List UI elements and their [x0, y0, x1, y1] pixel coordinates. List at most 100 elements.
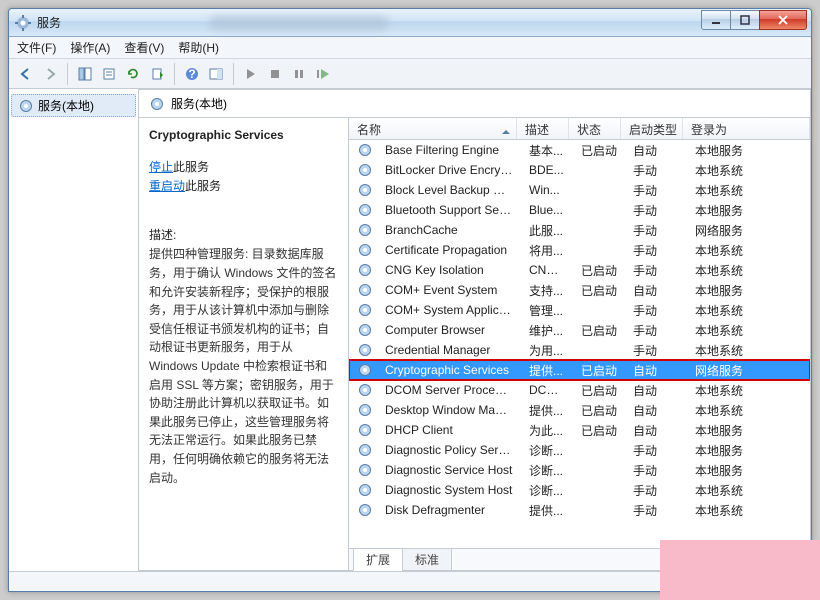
table-row[interactable]: Certificate Propagation将用...手动本地系统 [349, 240, 810, 260]
cell-startup: 手动 [625, 222, 687, 239]
table-row[interactable]: COM+ System Application管理...手动本地系统 [349, 300, 810, 320]
toolbar-separator [174, 63, 175, 85]
table-row[interactable]: Cryptographic Services提供...已启动自动网络服务 [349, 360, 810, 380]
table-row[interactable]: BranchCache此服...手动网络服务 [349, 220, 810, 240]
tab-extended[interactable]: 扩展 [353, 549, 403, 571]
table-row[interactable]: Computer Browser维护...已启动手动本地系统 [349, 320, 810, 340]
cell-status: 已启动 [573, 402, 625, 419]
action-pane-button[interactable] [205, 63, 227, 85]
cell-startup: 自动 [625, 282, 687, 299]
cell-name: DCOM Server Process La... [377, 383, 521, 397]
forward-button[interactable] [39, 63, 61, 85]
gear-icon [357, 342, 373, 358]
menu-action[interactable]: 操作(A) [70, 39, 110, 56]
table-row[interactable]: DCOM Server Process La...DCO...已启动自动本地系统 [349, 380, 810, 400]
gear-icon [357, 162, 373, 178]
cell-name: Disk Defragmenter [377, 503, 521, 517]
table-row[interactable]: DHCP Client为此...已启动自动本地服务 [349, 420, 810, 440]
cell-logon: 本地服务 [687, 282, 810, 299]
titlebar[interactable]: 服务 [9, 9, 811, 37]
table-body[interactable]: Base Filtering Engine基本...已启动自动本地服务BitLo… [349, 140, 810, 548]
cell-startup: 自动 [625, 402, 687, 419]
pause-service-button[interactable] [288, 63, 310, 85]
tree-pane: 服务(本地) [9, 90, 139, 571]
col-description[interactable]: 描述 [517, 118, 569, 139]
cell-name: Computer Browser [377, 323, 521, 337]
table-row[interactable]: Diagnostic Service Host诊断...手动本地服务 [349, 460, 810, 480]
cell-startup: 手动 [625, 482, 687, 499]
cell-startup: 手动 [625, 462, 687, 479]
back-button[interactable] [15, 63, 37, 85]
cell-logon: 本地系统 [687, 502, 810, 519]
watermark-overlay [660, 540, 820, 600]
cell-startup: 手动 [625, 202, 687, 219]
menu-file[interactable]: 文件(F) [17, 39, 56, 56]
table-row[interactable]: Bluetooth Support ServiceBlue...手动本地服务 [349, 200, 810, 220]
cell-name: COM+ System Application [377, 303, 521, 317]
table-row[interactable]: Diagnostic Policy Service诊断...手动本地服务 [349, 440, 810, 460]
col-name[interactable]: 名称 [349, 118, 517, 139]
cell-startup: 手动 [625, 182, 687, 199]
table-row[interactable]: Disk Defragmenter提供...手动本地系统 [349, 500, 810, 520]
minimize-button[interactable] [701, 10, 731, 30]
refresh-button[interactable] [122, 63, 144, 85]
right-pane: 服务(本地) Cryptographic Services 停止此服务 重启动此… [138, 89, 811, 571]
window-controls [702, 10, 807, 30]
cell-status: 已启动 [573, 362, 625, 379]
window-title: 服务 [37, 14, 61, 31]
right-body: Cryptographic Services 停止此服务 重启动此服务 描述: … [139, 118, 810, 570]
table-row[interactable]: COM+ Event System支持...已启动自动本地服务 [349, 280, 810, 300]
maximize-button[interactable] [730, 10, 760, 30]
cell-name: Diagnostic Service Host [377, 463, 521, 477]
gear-icon [357, 462, 373, 478]
stop-service-button[interactable] [264, 63, 286, 85]
cell-name: CNG Key Isolation [377, 263, 521, 277]
col-logon[interactable]: 登录为 [683, 118, 810, 139]
tab-standard[interactable]: 标准 [402, 549, 452, 571]
table-row[interactable]: Diagnostic System Host诊断...手动本地系统 [349, 480, 810, 500]
show-hide-tree-button[interactable] [74, 63, 96, 85]
export-button[interactable] [146, 63, 168, 85]
menu-view[interactable]: 查看(V) [124, 39, 164, 56]
right-header: 服务(本地) [139, 90, 810, 118]
cell-desc: 提供... [521, 362, 573, 379]
col-status[interactable]: 状态 [569, 118, 621, 139]
toolbar-separator [67, 63, 68, 85]
table-row[interactable]: CNG Key IsolationCNG...已启动手动本地系统 [349, 260, 810, 280]
service-list: 名称 描述 状态 启动类型 登录为 Base Filtering Engine基… [349, 118, 810, 570]
cell-startup: 自动 [625, 422, 687, 439]
restart-service-button[interactable] [312, 63, 334, 85]
cell-logon: 本地系统 [687, 242, 810, 259]
close-button[interactable] [759, 10, 807, 30]
cell-desc: 提供... [521, 402, 573, 419]
restart-link[interactable]: 重启动 [149, 179, 185, 193]
col-startup[interactable]: 启动类型 [621, 118, 683, 139]
cell-desc: 基本... [521, 142, 573, 159]
table-row[interactable]: Block Level Backup Engi...Win...手动本地系统 [349, 180, 810, 200]
cell-name: DHCP Client [377, 423, 521, 437]
menu-help[interactable]: 帮助(H) [178, 39, 219, 56]
cell-name: BitLocker Drive Encryptio... [377, 163, 521, 177]
table-row[interactable]: Base Filtering Engine基本...已启动自动本地服务 [349, 140, 810, 160]
cell-status: 已启动 [573, 262, 625, 279]
start-service-button[interactable] [240, 63, 262, 85]
gear-icon [357, 222, 373, 238]
stop-link[interactable]: 停止 [149, 160, 173, 174]
help-button[interactable]: ? [181, 63, 203, 85]
cell-desc: 诊断... [521, 482, 573, 499]
cell-desc: 将用... [521, 242, 573, 259]
service-actions: 停止此服务 重启动此服务 [149, 158, 338, 196]
cell-logon: 本地系统 [687, 402, 810, 419]
cell-startup: 手动 [625, 162, 687, 179]
gear-icon [357, 402, 373, 418]
column-headers: 名称 描述 状态 启动类型 登录为 [349, 118, 810, 140]
tree-item-services-local[interactable]: 服务(本地) [11, 94, 136, 117]
svg-text:?: ? [188, 67, 195, 81]
main-content: 服务(本地) 服务(本地) Cryptographic Services 停止此… [9, 89, 811, 571]
table-row[interactable]: Credential Manager为用...手动本地系统 [349, 340, 810, 360]
properties-button[interactable] [98, 63, 120, 85]
table-row[interactable]: Desktop Window Manag...提供...已启动自动本地系统 [349, 400, 810, 420]
gear-icon [18, 98, 34, 114]
cell-startup: 手动 [625, 442, 687, 459]
table-row[interactable]: BitLocker Drive Encryptio...BDE...手动本地系统 [349, 160, 810, 180]
